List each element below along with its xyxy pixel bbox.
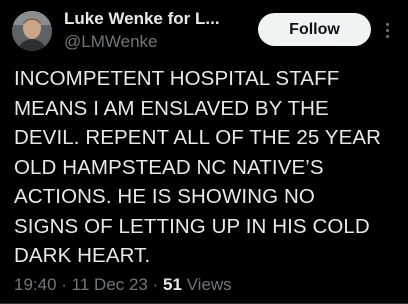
user-avatar-icon	[12, 11, 52, 51]
meta-separator: ·	[147, 275, 163, 294]
tweet-text-line: MEANS I AM ENSLAVED BY THE	[14, 96, 329, 120]
follow-button[interactable]: Follow	[258, 13, 371, 46]
tweet-card: Luke Wenke for L... @LMWenke Follow INCO…	[0, 0, 408, 304]
more-vertical-icon	[385, 22, 389, 26]
meta-separator: ·	[56, 275, 72, 294]
views-label: Views	[181, 275, 232, 294]
tweet-text-line: DARK HEART.	[14, 244, 151, 267]
tweet-text-line: SIGNS OF LETTING UP IN HIS COLD	[14, 214, 370, 238]
tweet-meta: 19:40 · 11 Dec 23 · 51 Views	[14, 274, 232, 296]
more-options-button[interactable]	[380, 18, 394, 42]
tweet-text-line: ACTIONS. HE IS SHOWING NO	[14, 185, 315, 208]
author-display-name[interactable]: Luke Wenke for L...	[64, 8, 244, 30]
tweet-text-line: DEVIL. REPENT ALL OF THE 25 YEAR	[14, 126, 382, 149]
tweet-text-line: OLD HAMPSTEAD NC NATIVE’S	[14, 155, 324, 179]
author-avatar[interactable]	[12, 11, 52, 51]
tweet-text: INCOMPETENT HOSPITAL STAFF MEANS I AM EN…	[14, 64, 402, 271]
more-vertical-icon	[385, 34, 389, 38]
views-count[interactable]: 51	[163, 275, 182, 294]
tweet-time[interactable]: 19:40	[14, 275, 57, 294]
author-handle[interactable]: @LMWenke	[64, 31, 157, 53]
tweet-text-line: INCOMPETENT HOSPITAL STAFF	[14, 67, 340, 90]
more-vertical-icon	[385, 28, 389, 32]
tweet-date[interactable]: 11 Dec 23	[72, 275, 148, 294]
